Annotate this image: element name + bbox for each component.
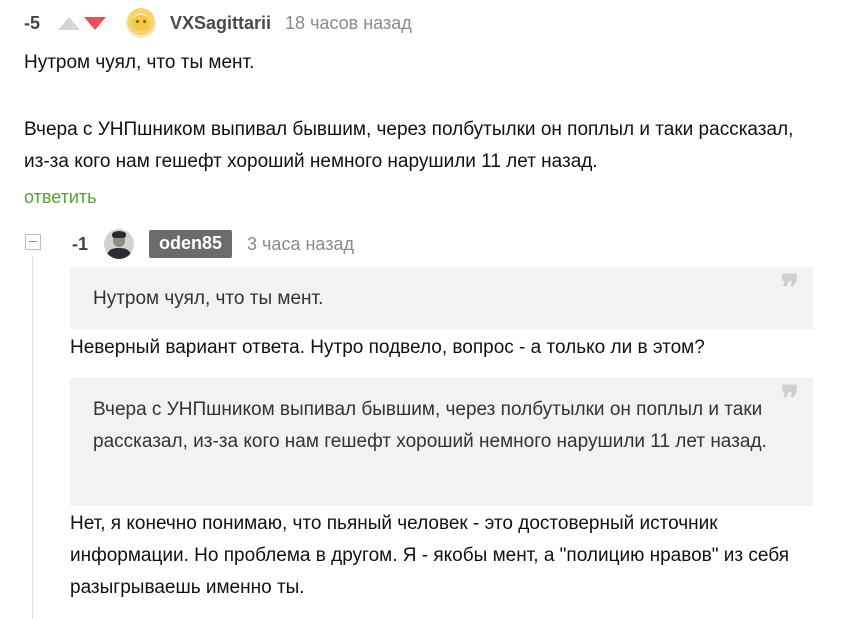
reply-header: -1 oden85 3 часа назад — [72, 229, 354, 259]
vote-down-icon[interactable] — [84, 16, 107, 30]
comment-header: -5 VXSagittarii 18 часов назад — [24, 8, 412, 38]
quote-block: ❞ Вчера с УНПшником выпивал бывшим, чере… — [70, 378, 813, 506]
comment-text: Вчера с УНПшником выпивал бывшим, через … — [24, 119, 794, 172]
comment-author[interactable]: oden85 — [149, 230, 233, 258]
sun-avatar-icon — [132, 15, 151, 31]
comment-rating: -5 — [24, 12, 41, 33]
comment-time[interactable]: 3 часа назад — [247, 234, 354, 255]
comment-rating: -1 — [72, 233, 89, 254]
comment-author[interactable]: VXSagittarii — [170, 13, 271, 34]
comment-text: Нутром чуял, что ты мент. — [24, 52, 255, 73]
avatar[interactable] — [104, 229, 135, 259]
reply-link[interactable]: ответить — [24, 187, 97, 208]
collapse-thread-button[interactable] — [25, 234, 41, 250]
comment-text: Нет, я конечно понимаю, что пьяный челов… — [70, 513, 789, 598]
quote-text: Вчера с УНПшником выпивал бывшим, через … — [93, 399, 767, 452]
quote-icon: ❞ — [780, 268, 799, 308]
comment-text: Неверный вариант ответа. Нутро подвело, … — [70, 337, 705, 358]
quote-text: Нутром чуял, что ты мент. — [93, 288, 324, 309]
quote-block: ❞ Нутром чуял, что ты мент. — [70, 267, 813, 329]
avatar[interactable] — [126, 8, 157, 38]
thread-line[interactable] — [32, 256, 33, 619]
vote-up-icon[interactable] — [58, 16, 81, 30]
user-photo-avatar-icon — [107, 248, 132, 259]
comment-time[interactable]: 18 часов назад — [285, 13, 412, 34]
